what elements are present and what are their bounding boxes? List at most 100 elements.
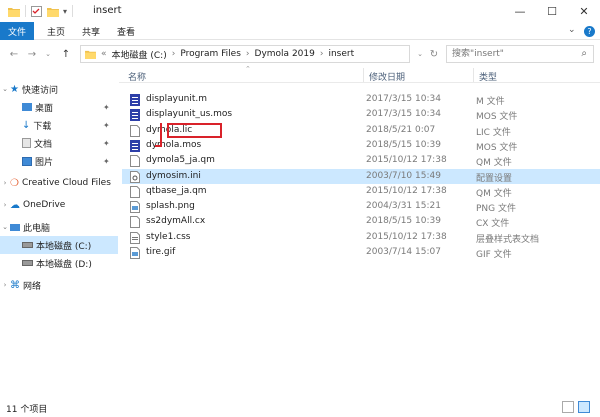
sidebar-item-quick-access[interactable]: ⌄ ★ 快速访问: [0, 80, 118, 98]
creative-cloud-icon: ❍: [10, 177, 19, 189]
column-divider[interactable]: [363, 68, 364, 82]
drive-icon: [22, 260, 33, 266]
pictures-icon: [22, 156, 32, 166]
breadcrumb-insert[interactable]: insert: [328, 49, 354, 59]
network-icon: ⌘: [10, 279, 20, 291]
back-button[interactable]: ←: [8, 47, 20, 61]
file-name: dymola5_ja.qm: [146, 155, 215, 166]
sidebar-item-label: 图片: [35, 157, 54, 168]
sort-indicator-icon: ⌃: [245, 65, 251, 73]
help-icon[interactable]: ?: [584, 26, 595, 37]
file-name: displayunit.m: [146, 94, 208, 104]
pin-icon[interactable]: ✦: [103, 139, 110, 148]
file-row[interactable]: dymola.mos 2018/5/15 10:39 MOS 文件: [122, 138, 600, 153]
expand-ribbon-icon[interactable]: ⌄: [568, 25, 576, 35]
file-name: qtbase_ja.qm: [146, 185, 207, 196]
file-type: CX 文件: [476, 219, 510, 230]
sidebar-item-this-pc[interactable]: ⌄ 此电脑: [0, 218, 118, 236]
properties-icon[interactable]: [31, 5, 42, 17]
header-divider: [119, 82, 600, 83]
chevron-right-icon[interactable]: ›: [0, 179, 10, 187]
file-type: MOS 文件: [476, 142, 518, 153]
chevron-right-icon[interactable]: ›: [0, 201, 10, 209]
breadcrumb-program-files[interactable]: Program Files: [180, 49, 241, 59]
minimize-button[interactable]: —: [504, 0, 536, 22]
file-date: 2018/5/15 10:39: [366, 216, 441, 227]
search-input[interactable]: [447, 46, 567, 62]
recent-locations-icon[interactable]: ⌄: [42, 47, 54, 61]
breadcrumb-drive[interactable]: 本地磁盘 (C:): [112, 48, 167, 61]
forward-button[interactable]: →: [26, 47, 38, 61]
image-file-icon: [130, 247, 140, 259]
file-row[interactable]: splash.png 2004/3/31 15:21 PNG 文件: [122, 199, 600, 214]
file-date: 2015/10/12 17:38: [366, 231, 447, 242]
details-view-icon[interactable]: [562, 401, 574, 413]
sidebar-item-creative-cloud[interactable]: › ❍ Creative Cloud Files: [0, 174, 118, 192]
chevron-down-icon[interactable]: ⌄: [0, 85, 10, 93]
sidebar-item-documents[interactable]: 文档 ✦: [0, 134, 118, 152]
tab-view[interactable]: 查看: [117, 25, 135, 38]
customize-toolbar-icon[interactable]: ▾: [63, 7, 67, 16]
file-type: GIF 文件: [476, 250, 512, 260]
file-row[interactable]: dymosim.ini 2003/7/10 15:49 配置设置: [122, 168, 600, 184]
file-date: 2018/5/15 10:39: [366, 139, 441, 150]
pin-icon[interactable]: ✦: [103, 157, 110, 166]
file-row[interactable]: ss2dymAll.cx 2018/5/15 10:39 CX 文件: [122, 214, 600, 229]
file-row[interactable]: style1.css 2015/10/12 17:38 层叠样式表文档: [122, 230, 600, 245]
pin-icon[interactable]: ✦: [103, 103, 110, 112]
annotation-highlight-box: [167, 123, 222, 138]
pin-icon[interactable]: ✦: [103, 121, 110, 130]
sidebar-item-network[interactable]: › ⌘ 网络: [0, 276, 118, 294]
file-row[interactable]: displayunit.m 2017/3/15 10:34 M 文件: [122, 92, 600, 107]
file-date: 2017/3/15 10:34: [366, 94, 441, 104]
chevron-right-icon: ›: [245, 49, 250, 59]
drive-icon: [22, 242, 33, 248]
file-row[interactable]: tire.gif 2003/7/14 15:07 GIF 文件: [122, 245, 600, 260]
file-row[interactable]: displayunit_us.mos 2017/3/15 10:34 MOS 文件: [122, 107, 600, 122]
script-icon: [130, 94, 140, 106]
close-button[interactable]: ✕: [568, 0, 600, 22]
sidebar-item-downloads[interactable]: ↓ 下载 ✦: [0, 116, 118, 134]
script-icon: [130, 109, 140, 122]
sidebar-item-label: 快速访问: [21, 85, 58, 96]
script-icon: [130, 139, 140, 152]
maximize-button[interactable]: ☐: [536, 0, 568, 22]
sidebar-item-label: 本地磁盘 (C:): [36, 241, 92, 252]
ribbon: 文件 主页 共享 查看 ⌄ ?: [0, 22, 600, 40]
up-button[interactable]: ↑: [60, 47, 72, 61]
search-box[interactable]: ⌕: [446, 45, 594, 63]
chevron-down-icon[interactable]: ⌄: [0, 223, 10, 231]
blank-file-icon: [130, 185, 140, 198]
address-bar[interactable]: « 本地磁盘 (C:) › Program Files › Dymola 201…: [80, 45, 410, 63]
column-divider[interactable]: [473, 68, 474, 82]
sidebar-item-onedrive[interactable]: › ☁ OneDrive: [0, 196, 118, 214]
file-row[interactable]: qtbase_ja.qm 2015/10/12 17:38 QM 文件: [122, 184, 600, 199]
file-type: 层叠样式表文档: [476, 234, 540, 245]
download-icon: ↓: [22, 119, 31, 131]
documents-icon: [22, 138, 31, 148]
blank-file-icon: [130, 124, 140, 137]
breadcrumb-dymola[interactable]: Dymola 2019: [255, 49, 315, 59]
chevron-icon: «: [101, 49, 107, 59]
address-dropdown-icon[interactable]: ⌄: [414, 47, 426, 61]
tab-file[interactable]: 文件: [0, 22, 34, 40]
folder-icon: [85, 50, 96, 59]
search-icon[interactable]: ⌕: [581, 48, 587, 59]
tab-home[interactable]: 主页: [47, 25, 65, 38]
sidebar-item-drive-d[interactable]: 本地磁盘 (D:): [0, 254, 118, 272]
chevron-right-icon[interactable]: ›: [0, 281, 10, 289]
file-name: style1.css: [146, 231, 191, 242]
blank-file-icon: [130, 155, 140, 168]
sidebar-item-drive-c[interactable]: 本地磁盘 (C:): [0, 236, 118, 254]
sidebar-item-label: OneDrive: [23, 200, 66, 210]
sidebar-item-desktop[interactable]: 桌面 ✦: [0, 98, 118, 116]
large-icons-view-icon[interactable]: [578, 401, 590, 413]
sidebar-item-label: 本地磁盘 (D:): [36, 259, 92, 270]
sidebar-item-pictures[interactable]: 图片 ✦: [0, 152, 118, 170]
refresh-icon[interactable]: ↻: [428, 47, 440, 61]
file-row[interactable]: dymola5_ja.qm 2015/10/12 17:38 QM 文件: [122, 153, 600, 168]
new-folder-icon[interactable]: [47, 6, 59, 17]
file-type: M 文件: [476, 97, 505, 107]
tab-share[interactable]: 共享: [82, 25, 100, 38]
file-date: 2003/7/14 15:07: [366, 247, 441, 257]
